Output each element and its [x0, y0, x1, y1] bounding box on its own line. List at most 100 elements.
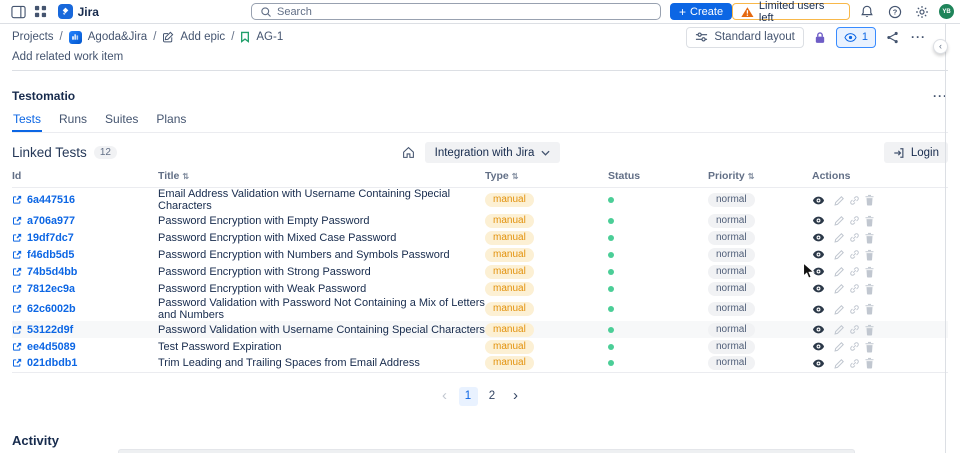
- search-input[interactable]: [276, 5, 653, 18]
- test-id-link[interactable]: 74b5d4bb: [27, 266, 77, 278]
- table-row[interactable]: 53122d9f Password Validation with Usernam…: [12, 321, 948, 338]
- breadcrumb-project[interactable]: Agoda&Jira: [88, 31, 147, 43]
- edit-test-action[interactable]: [834, 358, 845, 369]
- add-related-work-item[interactable]: Add related work item: [12, 50, 948, 71]
- test-id-link[interactable]: 62c6002b: [27, 303, 76, 315]
- unlink-test-action[interactable]: [849, 324, 860, 335]
- edit-test-action[interactable]: [834, 266, 845, 277]
- edit-test-action[interactable]: [834, 324, 845, 335]
- settings-button[interactable]: [911, 2, 933, 22]
- table-row[interactable]: 6a447516 Email Address Validation with Us…: [12, 188, 948, 212]
- view-test-icon: [812, 216, 825, 225]
- delete-test-action[interactable]: [864, 357, 875, 369]
- breadcrumb-projects[interactable]: Projects: [12, 31, 54, 43]
- login-button[interactable]: Login: [883, 142, 948, 163]
- search-bar[interactable]: [250, 3, 662, 20]
- edit-test-action[interactable]: [834, 249, 845, 260]
- test-id-link[interactable]: 7812ec9a: [27, 283, 75, 295]
- pagination-prev-button[interactable]: ‹: [436, 388, 454, 403]
- edit-test-action[interactable]: [834, 304, 845, 315]
- table-row[interactable]: 62c6002b Password Validation with Passwor…: [12, 297, 948, 321]
- breadcrumb-add-epic[interactable]: Add epic: [180, 31, 225, 43]
- notifications-button[interactable]: [856, 2, 878, 22]
- watchers-button[interactable]: 1: [835, 26, 876, 48]
- unlink-test-action[interactable]: [849, 341, 860, 352]
- panel-tab-tests[interactable]: Tests: [12, 112, 42, 132]
- delete-test-action[interactable]: [864, 283, 875, 295]
- unlink-test-action[interactable]: [849, 283, 860, 294]
- delete-test-action[interactable]: [864, 266, 875, 278]
- delete-test-action[interactable]: [864, 194, 875, 206]
- delete-test-action[interactable]: [864, 249, 875, 261]
- create-button[interactable]: + Create: [670, 3, 733, 20]
- view-test-action[interactable]: [812, 231, 825, 244]
- unlink-test-action[interactable]: [849, 232, 860, 243]
- test-id-link[interactable]: 021dbdb1: [27, 357, 77, 369]
- delete-test-action[interactable]: [864, 303, 875, 315]
- test-id-link[interactable]: ee4d5089: [27, 341, 76, 353]
- status-dot: [608, 234, 614, 241]
- test-id-link[interactable]: a706a977: [27, 215, 75, 227]
- page-more-button[interactable]: ···: [909, 28, 928, 46]
- panel-tab-plans[interactable]: Plans: [155, 112, 187, 132]
- panel-tab-runs[interactable]: Runs: [58, 112, 88, 132]
- delete-test-action[interactable]: [864, 324, 875, 336]
- unlink-test-action[interactable]: [849, 304, 860, 315]
- user-avatar[interactable]: YB: [939, 4, 954, 19]
- breadcrumb-issue[interactable]: AG-1: [256, 31, 283, 43]
- edit-test-action[interactable]: [834, 283, 845, 294]
- test-id-link[interactable]: 6a447516: [27, 194, 75, 206]
- unlink-test-action[interactable]: [849, 249, 860, 260]
- edit-test-action[interactable]: [834, 215, 845, 226]
- unlink-test-action[interactable]: [849, 266, 860, 277]
- home-button[interactable]: [400, 144, 417, 161]
- unlink-test-action[interactable]: [849, 215, 860, 226]
- unlink-test-action[interactable]: [849, 358, 860, 369]
- unlink-test-action[interactable]: [849, 195, 860, 206]
- column-header-title[interactable]: Title ⇅: [158, 167, 485, 188]
- test-id-link[interactable]: f46db5d5: [27, 249, 74, 261]
- edit-test-action[interactable]: [834, 195, 845, 206]
- view-test-action[interactable]: [812, 323, 825, 336]
- table-row[interactable]: a706a977 Password Encryption with Empty P…: [12, 212, 948, 229]
- view-test-action[interactable]: [812, 282, 825, 295]
- add-epic-icon: [163, 31, 174, 43]
- panel-tab-suites[interactable]: Suites: [104, 112, 139, 132]
- table-row[interactable]: f46db5d5 Password Encryption with Numbers…: [12, 246, 948, 263]
- app-switcher-button[interactable]: [30, 2, 52, 22]
- view-test-action[interactable]: [812, 265, 825, 278]
- pagination-next-button[interactable]: ›: [507, 388, 525, 403]
- jira-home-link[interactable]: Jira: [57, 4, 99, 19]
- sidebar-toggle-button[interactable]: [8, 2, 30, 22]
- pagination-page-2[interactable]: 2: [483, 387, 502, 406]
- project-selector[interactable]: Integration with Jira: [424, 142, 561, 163]
- column-header-type[interactable]: Type ⇅: [485, 167, 608, 188]
- table-row[interactable]: 021dbdb1 Trim Leading and Trailing Spaces…: [12, 355, 948, 373]
- column-header-priority[interactable]: Priority ⇅: [708, 167, 812, 188]
- delete-test-action[interactable]: [864, 215, 875, 227]
- view-test-action[interactable]: [812, 248, 825, 261]
- test-id-link[interactable]: 53122d9f: [27, 324, 73, 336]
- lock-button[interactable]: [812, 29, 828, 46]
- view-test-action[interactable]: [812, 357, 825, 370]
- help-button[interactable]: ?: [884, 2, 906, 22]
- edit-test-action[interactable]: [834, 341, 845, 352]
- layout-button[interactable]: Standard layout: [686, 26, 804, 48]
- collapse-panel-button[interactable]: ‹: [933, 39, 948, 54]
- status-dot: [608, 251, 614, 258]
- share-button[interactable]: [884, 29, 901, 46]
- table-row[interactable]: 74b5d4bb Password Encryption with Strong …: [12, 263, 948, 280]
- delete-test-action[interactable]: [864, 341, 875, 353]
- view-test-action[interactable]: [812, 340, 825, 353]
- table-row[interactable]: 7812ec9a Password Encryption with Weak Pa…: [12, 280, 948, 297]
- delete-test-action[interactable]: [864, 232, 875, 244]
- table-row[interactable]: 19df7dc7 Password Encryption with Mixed C…: [12, 229, 948, 246]
- view-test-action[interactable]: [812, 194, 825, 207]
- table-row[interactable]: ee4d5089 Test Password Expiration manual no…: [12, 338, 948, 355]
- pagination-page-1[interactable]: 1: [458, 386, 478, 406]
- view-test-action[interactable]: [812, 214, 825, 227]
- limited-users-badge[interactable]: Limited users left: [732, 0, 850, 24]
- edit-test-action[interactable]: [834, 232, 845, 243]
- view-test-action[interactable]: [812, 303, 825, 316]
- test-id-link[interactable]: 19df7dc7: [27, 232, 74, 244]
